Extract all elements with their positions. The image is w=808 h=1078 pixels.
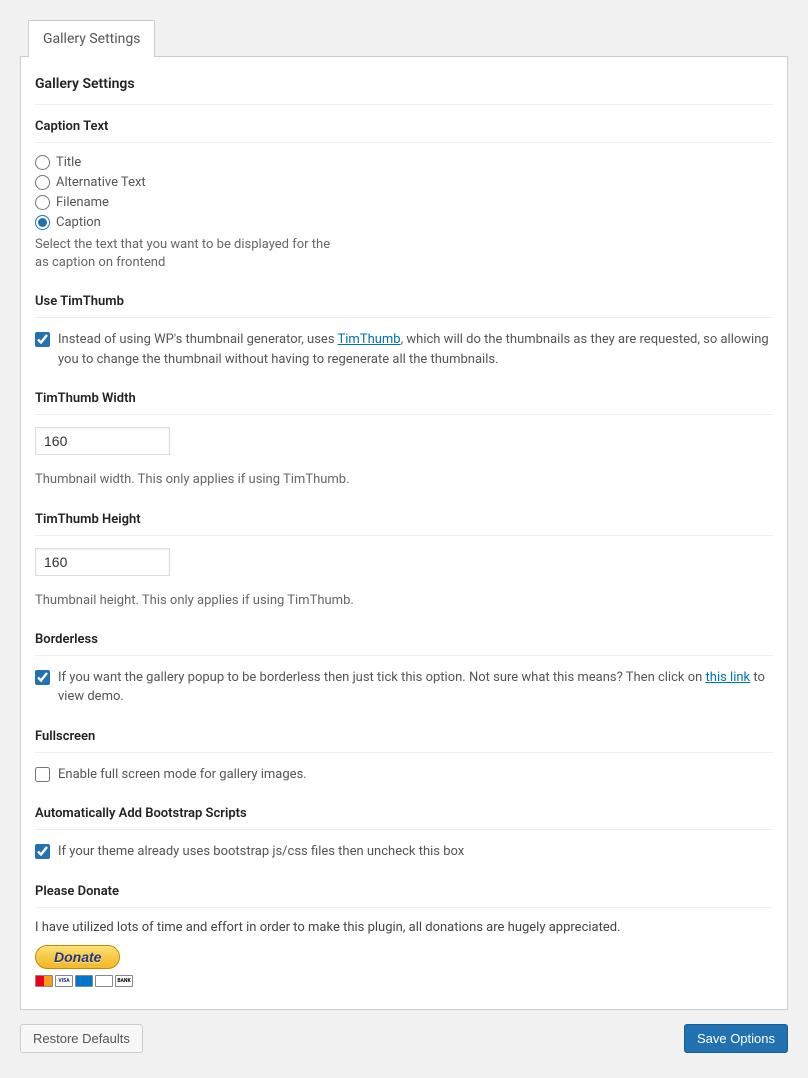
borderless-heading: Borderless [35, 632, 773, 656]
radio-filename[interactable] [35, 195, 50, 210]
radio-caption-label: Caption [56, 215, 101, 230]
caption-desc-line1: Select the text that you want to be disp… [35, 237, 330, 252]
timthumb-link[interactable]: TimThumb [338, 332, 401, 347]
radio-alt-label: Alternative Text [56, 175, 146, 190]
borderless-link[interactable]: this link [706, 670, 751, 685]
donate-button[interactable]: Donate [35, 945, 120, 969]
fullscreen-checkbox[interactable] [35, 767, 50, 782]
radio-alt[interactable] [35, 175, 50, 190]
caption-heading: Caption Text [35, 119, 773, 143]
timthumb-heading: Use TimThumb [35, 294, 773, 318]
bootstrap-heading: Automatically Add Bootstrap Scripts [35, 806, 773, 830]
fullscreen-row[interactable]: Enable full screen mode for gallery imag… [35, 765, 773, 785]
timthumb-width-desc: Thumbnail width. This only applies if us… [35, 471, 773, 489]
save-options-button[interactable]: Save Options [684, 1024, 788, 1053]
borderless-checkbox[interactable] [35, 670, 50, 685]
amex-icon [75, 975, 93, 987]
radio-filename-label: Filename [56, 195, 109, 210]
discover-icon [95, 975, 113, 987]
donate-text: I have utilized lots of time and effort … [35, 920, 773, 935]
caption-desc: Select the text that you want to be disp… [35, 236, 773, 272]
timthumb-width-heading: TimThumb Width [35, 391, 773, 415]
borderless-label-before: If you want the gallery popup to be bord… [58, 670, 706, 685]
caption-option-filename[interactable]: Filename [35, 195, 773, 210]
mastercard-icon [35, 975, 53, 987]
radio-title-label: Title [56, 155, 81, 170]
restore-defaults-button[interactable]: Restore Defaults [20, 1024, 143, 1053]
bootstrap-label: If your theme already uses bootstrap js/… [58, 842, 464, 862]
timthumb-label: Instead of using WP's thumbnail generato… [58, 330, 773, 369]
timthumb-width-input[interactable] [35, 427, 170, 455]
timthumb-label-before: Instead of using WP's thumbnail generato… [58, 332, 338, 347]
caption-option-caption[interactable]: Caption [35, 215, 773, 230]
timthumb-height-input[interactable] [35, 548, 170, 576]
caption-option-title[interactable]: Title [35, 155, 773, 170]
timthumb-height-heading: TimThumb Height [35, 512, 773, 536]
caption-desc-line2: as caption on frontend [35, 255, 165, 270]
radio-caption[interactable] [35, 215, 50, 230]
timthumb-checkbox[interactable] [35, 332, 50, 347]
borderless-row[interactable]: If you want the gallery popup to be bord… [35, 668, 773, 707]
timthumb-height-desc: Thumbnail height. This only applies if u… [35, 592, 773, 610]
visa-icon: VISA [55, 975, 73, 987]
borderless-label: If you want the gallery popup to be bord… [58, 668, 773, 707]
timthumb-row[interactable]: Instead of using WP's thumbnail generato… [35, 330, 773, 369]
fullscreen-label: Enable full screen mode for gallery imag… [58, 765, 307, 785]
radio-title[interactable] [35, 155, 50, 170]
bootstrap-checkbox[interactable] [35, 844, 50, 859]
donate-heading: Please Donate [35, 884, 773, 908]
caption-option-alt[interactable]: Alternative Text [35, 175, 773, 190]
fullscreen-heading: Fullscreen [35, 729, 773, 753]
panel-title: Gallery Settings [35, 70, 773, 105]
payment-cards: VISA BANK [35, 975, 773, 987]
bank-icon: BANK [115, 975, 133, 987]
tab-gallery-settings[interactable]: Gallery Settings [28, 20, 155, 57]
settings-panel: Gallery Settings Caption Text Title Alte… [20, 56, 788, 1010]
bootstrap-row[interactable]: If your theme already uses bootstrap js/… [35, 842, 773, 862]
